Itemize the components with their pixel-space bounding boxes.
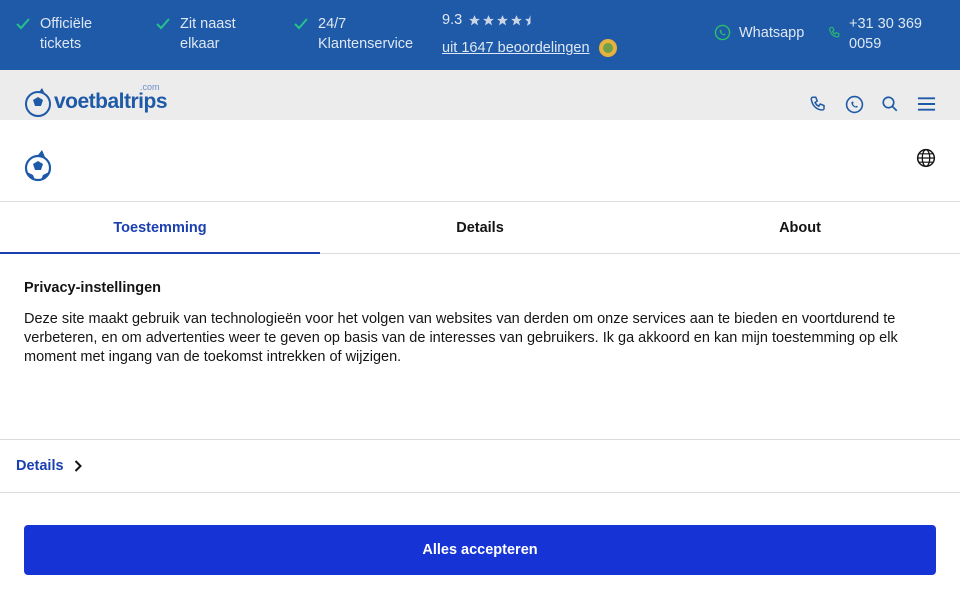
- whatsapp-icon[interactable]: [844, 94, 864, 114]
- language-globe-icon[interactable]: [916, 148, 936, 168]
- tab-details[interactable]: Details: [320, 202, 640, 253]
- phone-icon: [829, 27, 840, 38]
- check-icon: [156, 14, 172, 34]
- check-icon: [16, 14, 32, 34]
- cookie-consent-dialog: Toestemming Details About Privacy-instel…: [0, 120, 960, 600]
- usp-official-tickets: Officiële tickets: [16, 14, 92, 54]
- phone-link[interactable]: +31 30 369 0059: [828, 14, 922, 54]
- menu-icon[interactable]: [916, 94, 936, 114]
- star-icon: [511, 14, 523, 25]
- usp-line2: tickets: [40, 36, 82, 52]
- half-star-icon: [525, 14, 531, 26]
- usp-line2: Klantenservice: [318, 36, 414, 52]
- football-logo-icon: [25, 88, 51, 117]
- usp-line1: Officiële: [40, 16, 93, 32]
- rating-score: 9.3: [442, 12, 463, 28]
- details-row: Details: [0, 440, 960, 493]
- phone-line2: 0059: [849, 36, 882, 52]
- whatsapp-link[interactable]: Whatsapp: [714, 24, 804, 41]
- logo-text: voetbaltrips: [54, 90, 168, 113]
- whatsapp-icon: [714, 24, 731, 41]
- search-icon[interactable]: [880, 94, 900, 114]
- consent-content: Privacy-instellingen Deze site maakt geb…: [0, 254, 960, 440]
- site-logo[interactable]: voetbaltrips .com: [24, 82, 168, 118]
- football-logo-icon: [24, 150, 52, 182]
- top-info-bar: Officiële tickets Zit naast elkaar 24/7 Kla…: [0, 0, 960, 70]
- accept-all-button[interactable]: Alles accepteren: [24, 525, 936, 575]
- phone-icon[interactable]: [808, 94, 828, 114]
- tab-toestemming[interactable]: Toestemming: [0, 202, 320, 254]
- usp-line1: Zit naast: [180, 16, 236, 32]
- star-rating: [468, 14, 537, 27]
- logo-suffix: .com: [140, 82, 160, 92]
- details-link-label: Details: [16, 458, 64, 474]
- usp-line1: 24/7: [318, 16, 347, 32]
- usp-seated-together: Zit naast elkaar: [156, 14, 236, 54]
- tab-about[interactable]: About: [640, 202, 960, 253]
- details-link[interactable]: Details: [16, 458, 82, 474]
- whatsapp-label: Whatsapp: [739, 24, 805, 41]
- star-icon: [497, 14, 509, 25]
- site-header: voetbaltrips .com: [0, 70, 960, 120]
- usp-customer-service: 24/7 Klantenservice: [294, 14, 413, 54]
- star-icon: [469, 14, 481, 25]
- dialog-header: [0, 120, 960, 202]
- phone-line1: +31 30 369: [849, 16, 922, 32]
- check-icon: [294, 14, 310, 34]
- privacy-body-text: Deze site maakt gebruik van technologieë…: [24, 311, 898, 365]
- reviews-link[interactable]: uit 1647 beoordelingen: [442, 40, 590, 56]
- privacy-title: Privacy-instellingen: [24, 280, 161, 296]
- star-icon: [483, 14, 495, 25]
- review-badge-icon: [598, 39, 617, 57]
- rating-block: 9.3 uit 1647 beoordelingen: [442, 10, 618, 58]
- chevron-right-icon: [74, 460, 82, 472]
- consent-tabs: Toestemming Details About: [0, 202, 960, 254]
- usp-line2: elkaar: [180, 36, 220, 52]
